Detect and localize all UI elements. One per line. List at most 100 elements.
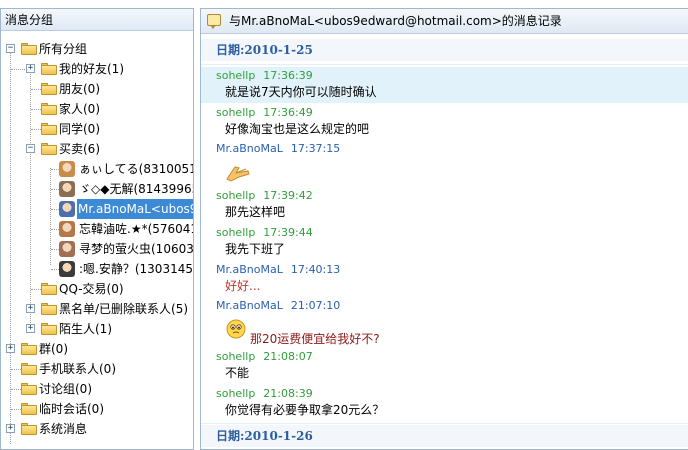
date-header: 日期:2010-1-25 <box>201 39 688 61</box>
contact-avatar <box>59 201 75 217</box>
folder-icon <box>41 103 57 115</box>
tree-node-classmates[interactable]: 同学(0) <box>1 119 193 139</box>
tree-node-label: 黑名单/已删除联系人(5) <box>59 302 189 316</box>
contact-avatar <box>59 161 75 177</box>
tree-node-label: 我的好友(1) <box>59 62 124 76</box>
tree-node-label: 所有分组 <box>39 42 88 56</box>
contact-item-selected[interactable]: Mr.aBnoMaL<ubos9edward@hotmail.com> <box>1 199 193 219</box>
sender-name: sohellp <box>216 189 256 202</box>
message-header: sohellp 17:39:44 <box>216 226 313 240</box>
folder-icon <box>21 383 37 395</box>
message-list[interactable]: 日期:2010-1-25 sohellp 17:36:39 就是说7天内你可以随时… <box>201 35 688 449</box>
expand-icon[interactable]: + <box>26 304 35 313</box>
history-title: 与Mr.aBnoMaL<ubos9edward@hotmail.com>的消息记… <box>229 14 562 28</box>
contact-avatar <box>59 241 75 257</box>
message-history-panel: 与Mr.aBnoMaL<ubos9edward@hotmail.com>的消息记… <box>200 8 688 450</box>
folder-icon <box>41 83 57 95</box>
message-header: Mr.aBnoMaL 17:40:13 <box>216 263 340 277</box>
tree-node-label: 同学(0) <box>59 122 100 136</box>
folder-open-icon <box>41 143 57 155</box>
folder-icon <box>21 423 37 435</box>
message-header: sohellp 17:39:42 <box>216 189 313 203</box>
tree-node-label: 朋友(0) <box>59 82 100 96</box>
message-header: sohellp 17:36:39 <box>216 69 313 83</box>
contact-item[interactable]: 寻梦的萤火虫(106034410) <box>1 239 194 259</box>
chat-bubble-icon <box>207 14 221 29</box>
tree-node-label: 家人(0) <box>59 102 100 116</box>
contact-item[interactable]: 忘韓滷咗.★*(57604147) <box>1 219 193 239</box>
tree-node-all-groups[interactable]: − 所有分组 <box>1 39 193 59</box>
tree-node-family[interactable]: 家人(0) <box>1 99 193 119</box>
tree-node-mobile-contacts[interactable]: 手机联系人(0) <box>1 359 193 379</box>
message-text: 不能 <box>225 366 250 380</box>
contact-name: ゞ◇◆无解(814399656) <box>79 182 193 196</box>
tree-node-label: 买卖(6) <box>59 142 100 156</box>
tree-node-label: 陌生人(1) <box>59 322 112 336</box>
expand-icon[interactable]: + <box>6 344 15 353</box>
message-text: 你觉得有必要争取拿20元么？ <box>225 403 385 417</box>
tree-node-label: 讨论组(0) <box>39 382 92 396</box>
expand-icon[interactable]: + <box>26 64 35 73</box>
message-header: Mr.aBnoMaL 21:07:10 <box>216 299 340 313</box>
message-time: 21:07:10 <box>290 299 341 312</box>
sender-name: Mr.aBnoMaL <box>216 142 283 155</box>
contact-item[interactable]: :嗯.安静？(130314543) <box>1 259 193 279</box>
message-text: 那先这样吧 <box>225 205 286 219</box>
folder-icon <box>41 303 57 315</box>
message-time: 17:36:39 <box>263 69 313 82</box>
tree-node-groups[interactable]: + 群(0) <box>1 339 193 359</box>
contact-item[interactable]: ぁぃしてる(8310051) <box>1 159 193 179</box>
sender-name: sohellp <box>216 106 256 119</box>
message-time: 17:37:15 <box>290 142 341 155</box>
sender-name: sohellp <box>216 69 256 82</box>
message-header: sohellp 21:08:07 <box>216 350 313 364</box>
contact-avatar <box>59 181 75 197</box>
folder-icon <box>21 403 37 415</box>
tree-node-strangers[interactable]: + 陌生人(1) <box>1 319 193 339</box>
tree-node-label: QQ-交易(0) <box>59 282 124 296</box>
sender-name: sohellp <box>216 387 256 400</box>
contact-item[interactable]: ゞ◇◆无解(814399656) <box>1 179 193 199</box>
message-header: Mr.aBnoMaL 17:37:15 <box>216 142 340 156</box>
contact-name: Mr.aBnoMaL<ubos9edward@hotmail.com> <box>77 199 193 219</box>
folder-open-icon <box>21 43 37 55</box>
tree-node-discussion-groups[interactable]: 讨论组(0) <box>1 379 193 399</box>
tree-node-blacklist[interactable]: + 黑名单/已删除联系人(5) <box>1 299 193 319</box>
message-time: 17:39:44 <box>263 226 313 239</box>
history-title-bar: 与Mr.aBnoMaL<ubos9edward@hotmail.com>的消息记… <box>201 9 688 34</box>
folder-icon <box>21 363 37 375</box>
expand-icon[interactable]: + <box>26 324 35 333</box>
tree-node-label: 手机联系人(0) <box>39 362 116 376</box>
message-group-panel: 消息分组 − 所有分组 + 我的好友(1) 朋友(0) 家人(0) 同学(0) … <box>0 8 194 450</box>
collapse-icon[interactable]: − <box>26 144 35 153</box>
contact-name: 忘韓滷咗.★*(57604147) <box>79 222 193 236</box>
message-header: sohellp 21:08:39 <box>216 387 313 401</box>
collapse-icon[interactable]: − <box>6 44 15 53</box>
tree-node-system-messages[interactable]: + 系统消息 <box>1 419 193 439</box>
message-text: 好像淘宝也是这么规定的吧 <box>225 122 370 136</box>
message-time: 17:40:13 <box>290 263 341 276</box>
folder-icon <box>41 323 57 335</box>
contact-avatar <box>59 261 75 277</box>
sender-name: Mr.aBnoMaL <box>216 299 283 312</box>
tree-node-trade[interactable]: − 买卖(6) <box>1 139 193 159</box>
message-text: 好好... <box>225 279 261 293</box>
message-time: 17:36:49 <box>263 106 313 119</box>
message-time: 21:08:07 <box>263 350 313 363</box>
folder-icon <box>41 283 57 295</box>
message-text: 就是说7天内你可以随时确认 <box>225 85 377 99</box>
contact-avatar <box>59 221 75 237</box>
tree-node-qq-trade[interactable]: QQ-交易(0) <box>1 279 193 299</box>
panel-title: 消息分组 <box>1 9 193 31</box>
expand-icon[interactable]: + <box>6 424 15 433</box>
tree-node-temp-sessions[interactable]: 临时会话(0) <box>1 399 193 419</box>
message-time: 17:39:42 <box>263 189 313 202</box>
hand-icon <box>226 166 250 182</box>
contact-name: 寻梦的萤火虫(106034410) <box>79 242 194 256</box>
message-text: 我先下班了 <box>225 242 286 256</box>
tree-node-friends[interactable]: 朋友(0) <box>1 79 193 99</box>
tree-node-my-friends[interactable]: + 我的好友(1) <box>1 59 193 79</box>
tree-node-label: 临时会话(0) <box>39 402 104 416</box>
folder-icon <box>41 63 57 75</box>
message-text: 那20运费便宜给我好不? <box>250 332 380 346</box>
